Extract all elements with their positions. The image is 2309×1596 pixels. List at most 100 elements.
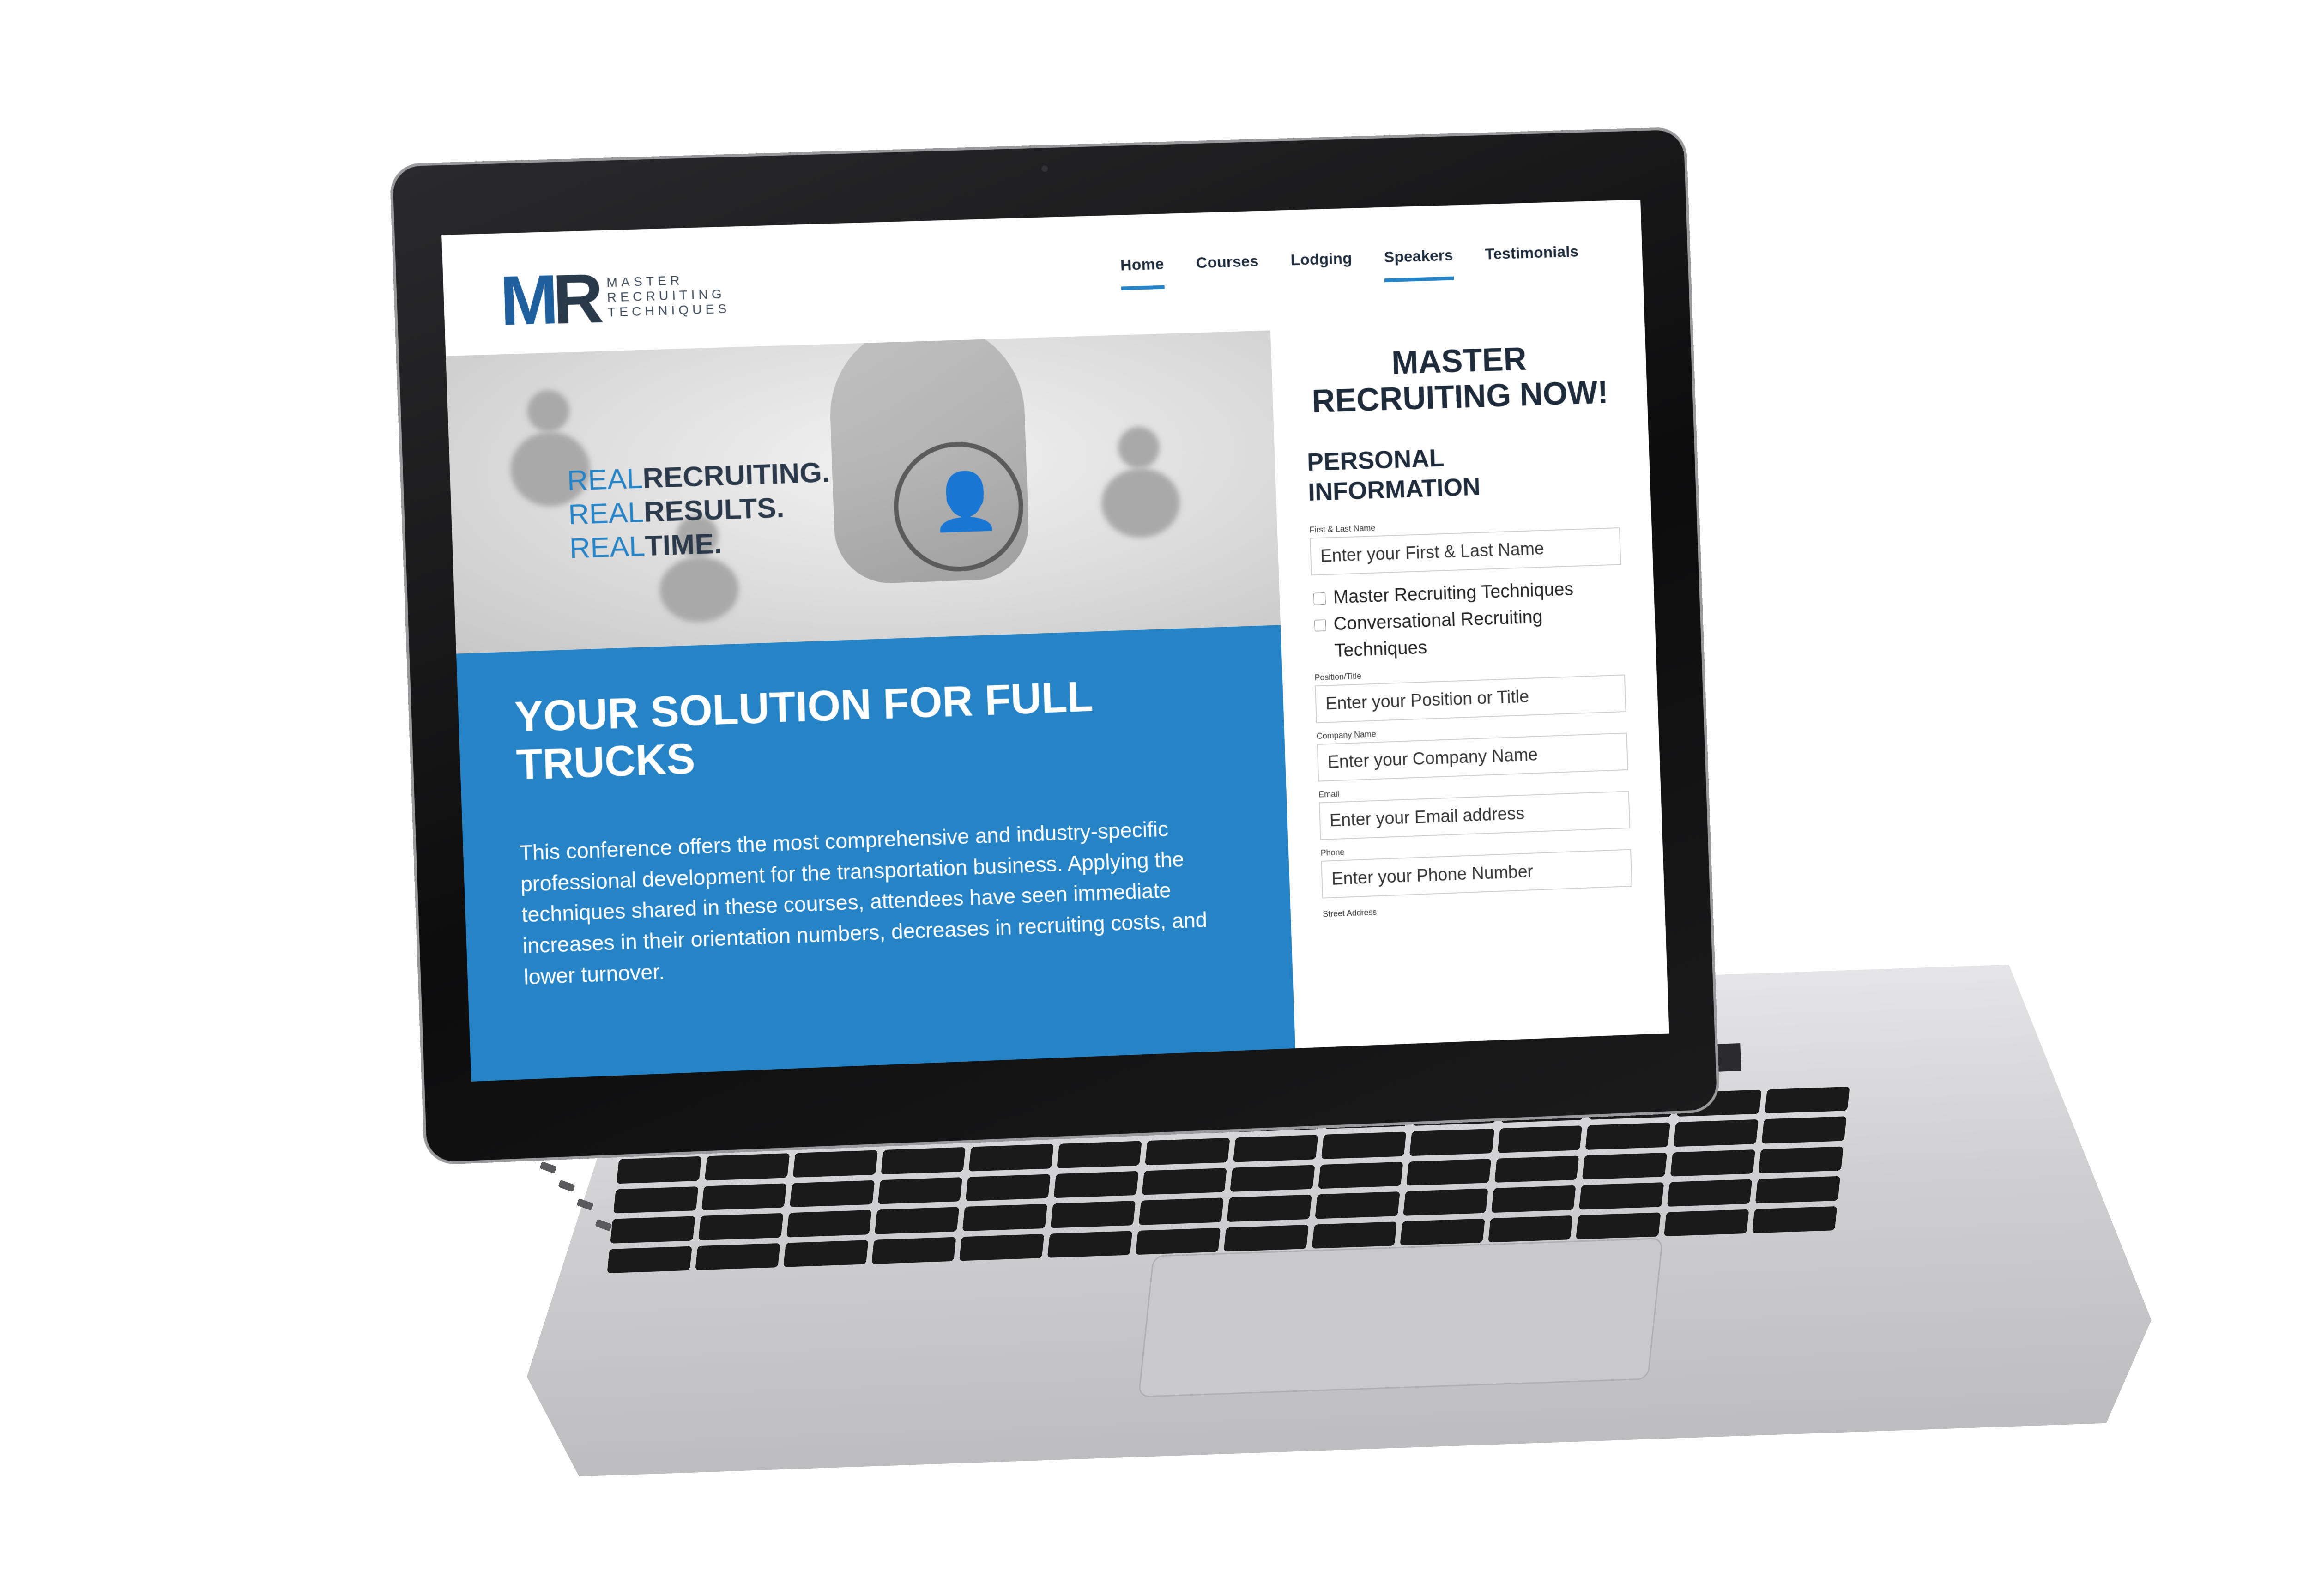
tagline-light: REAL bbox=[569, 530, 646, 565]
intro-panel: YOUR SOLUTION FOR FULL TRUCKS This confe… bbox=[456, 625, 1295, 1081]
keyboard-key bbox=[786, 1210, 871, 1237]
keyboard-key bbox=[1321, 1132, 1406, 1159]
position-field[interactable] bbox=[1315, 675, 1626, 724]
blurred-person-icon bbox=[659, 556, 740, 623]
site-logo[interactable]: MR MASTER RECRUITING TECHNIQUES bbox=[499, 259, 731, 336]
keyboard-key bbox=[1765, 1087, 1850, 1114]
keyboard-key bbox=[1318, 1162, 1403, 1189]
tagline-bold: TIME. bbox=[645, 528, 723, 562]
keyboard-key bbox=[874, 1207, 959, 1234]
keyboard-key bbox=[698, 1213, 783, 1240]
company-field[interactable] bbox=[1317, 733, 1628, 782]
camera-icon bbox=[1041, 165, 1048, 172]
course-checkbox-crt[interactable] bbox=[1314, 619, 1326, 632]
keyboard-key bbox=[610, 1216, 695, 1244]
keyboard-key bbox=[1406, 1159, 1491, 1186]
keyboard-key bbox=[1233, 1135, 1318, 1162]
keyboard-key bbox=[1759, 1146, 1844, 1173]
form-title: MASTER RECRUITING NOW! bbox=[1303, 338, 1616, 420]
keyboard-key bbox=[1576, 1212, 1661, 1239]
keyboard-key bbox=[877, 1177, 962, 1204]
keyboard-key bbox=[1664, 1209, 1749, 1236]
logo-wordmark: MASTER RECRUITING TECHNIQUES bbox=[606, 272, 731, 320]
keyboard-key bbox=[959, 1234, 1044, 1261]
blurred-person-icon bbox=[1100, 467, 1181, 538]
page-headline: YOUR SOLUTION FOR FULL TRUCKS bbox=[514, 669, 1212, 790]
photo-stage: MR MASTER RECRUITING TECHNIQUES Home Cou… bbox=[0, 0, 2309, 1596]
course-option-crt[interactable]: Conversational Recruiting Techniques bbox=[1312, 601, 1625, 665]
keyboard-key bbox=[1227, 1195, 1312, 1222]
laptop-trackpad bbox=[1138, 1238, 1663, 1397]
nav-speakers[interactable]: Speakers bbox=[1384, 247, 1454, 282]
keyboard-key bbox=[1674, 1119, 1759, 1147]
keyboard-key bbox=[607, 1246, 692, 1273]
keyboard-key bbox=[871, 1237, 956, 1264]
laptop-port bbox=[539, 1161, 556, 1174]
blurred-person-icon bbox=[1118, 426, 1161, 469]
email-field[interactable] bbox=[1319, 791, 1630, 840]
keyboard-key bbox=[1403, 1189, 1488, 1216]
logo-mark-r: R bbox=[551, 259, 599, 339]
blurred-person-icon bbox=[526, 389, 570, 432]
keyboard-key bbox=[1585, 1123, 1670, 1150]
keyboard-key bbox=[881, 1147, 966, 1174]
keyboard-key bbox=[1230, 1165, 1315, 1192]
laptop-screen: MR MASTER RECRUITING TECHNIQUES Home Cou… bbox=[441, 200, 1669, 1082]
keyboard-key bbox=[1752, 1206, 1837, 1233]
keyboard-key bbox=[701, 1183, 786, 1210]
keyboard-key bbox=[969, 1144, 1054, 1172]
person-sketch-icon: 👤 bbox=[930, 468, 1001, 535]
phone-field[interactable] bbox=[1321, 849, 1632, 899]
keyboard-key bbox=[705, 1154, 790, 1181]
keyboard-key bbox=[1582, 1153, 1667, 1180]
hero-image: 👤 REALRECRUITING. REALRESULTS. REALTIME. bbox=[446, 330, 1281, 653]
hero-tagline: REALRECRUITING. REALRESULTS. REALTIME. bbox=[567, 455, 833, 566]
keyboard-key bbox=[1579, 1182, 1664, 1209]
keyboard-key bbox=[1400, 1218, 1485, 1245]
keyboard-key bbox=[1054, 1171, 1139, 1198]
keyboard-key bbox=[1497, 1126, 1582, 1153]
keyboard-key bbox=[1312, 1221, 1396, 1249]
nav-testimonials[interactable]: Testimonials bbox=[1485, 243, 1579, 279]
keyboard-key bbox=[1047, 1231, 1132, 1258]
logo-line-techniques: TECHNIQUES bbox=[607, 301, 731, 320]
keyboard-key bbox=[790, 1180, 875, 1208]
keyboard-key bbox=[1670, 1149, 1755, 1177]
keyboard-key bbox=[1224, 1225, 1309, 1252]
keyboard-key bbox=[1145, 1138, 1230, 1165]
logo-mark-icon: MR bbox=[499, 263, 599, 336]
keyboard-key bbox=[783, 1240, 868, 1267]
keyboard-key bbox=[613, 1186, 698, 1214]
keyboard-key bbox=[1494, 1155, 1579, 1183]
registration-form: MASTER RECRUITING NOW! PERSONAL INFORMAT… bbox=[1270, 319, 1669, 1048]
tagline-bold: RESULTS. bbox=[643, 492, 785, 528]
laptop-lid: MR MASTER RECRUITING TECHNIQUES Home Cou… bbox=[392, 130, 1717, 1163]
name-field[interactable] bbox=[1310, 527, 1621, 575]
course-checkbox-mrt[interactable] bbox=[1313, 593, 1326, 605]
keyboard-key bbox=[792, 1150, 877, 1178]
keyboard-key bbox=[1051, 1201, 1136, 1228]
street-address-label: Street Address bbox=[1323, 898, 1633, 919]
keyboard-key bbox=[962, 1204, 1047, 1231]
nav-courses[interactable]: Courses bbox=[1196, 253, 1259, 288]
nav-lodging[interactable]: Lodging bbox=[1290, 249, 1353, 285]
course-option-label: Conversational Recruiting Techniques bbox=[1333, 601, 1624, 664]
keyboard-key bbox=[695, 1243, 780, 1270]
keyboard-key bbox=[1409, 1129, 1494, 1156]
keyboard-key bbox=[1139, 1198, 1224, 1225]
keyboard-key bbox=[966, 1174, 1051, 1201]
keyboard-key bbox=[1315, 1191, 1400, 1219]
keyboard-key bbox=[1057, 1141, 1142, 1168]
form-section-title: PERSONAL INFORMATION bbox=[1306, 437, 1619, 507]
laptop-port bbox=[558, 1180, 575, 1192]
keyboard-key bbox=[1755, 1176, 1840, 1203]
logo-mark-m: M bbox=[499, 260, 554, 340]
tagline-light: REAL bbox=[568, 496, 644, 531]
keyboard-key bbox=[617, 1156, 701, 1184]
main-nav: Home Courses Lodging Speakers Testimonia… bbox=[1120, 243, 1579, 290]
tagline-bold: RECRUITING. bbox=[642, 456, 830, 495]
keyboard-key bbox=[1491, 1185, 1576, 1213]
keyboard-key bbox=[1136, 1227, 1221, 1255]
nav-home[interactable]: Home bbox=[1120, 255, 1165, 290]
keyboard-key bbox=[1142, 1168, 1227, 1195]
